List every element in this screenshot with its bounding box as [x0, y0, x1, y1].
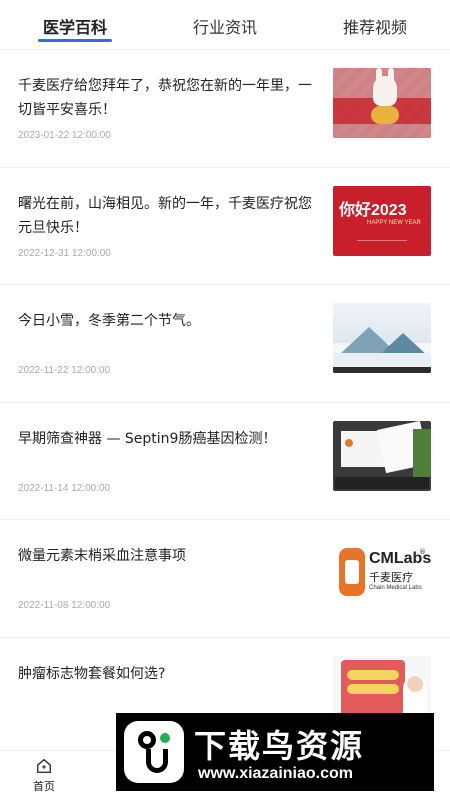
nav-home-label: 首页 [33, 780, 55, 793]
article-date: 2022-11-22 12:00:00 [18, 365, 111, 377]
article-thumbnail-cmlabs-logo: CMLabs ® 千麦医疗 Chain Medical Labs [333, 538, 431, 609]
article-title: 曙光在前，山海相见。新的一年，千麦医疗祝您元旦快乐！ [18, 195, 312, 236]
tab-medical-encyclopedia[interactable]: 医学百科 [0, 0, 150, 49]
article-title: 微量元素末梢采血注意事项 [18, 548, 186, 565]
tab-industry-news[interactable]: 行业资讯 [150, 0, 300, 49]
tab-recommended-videos[interactable]: 推荐视频 [300, 0, 450, 49]
article-item[interactable]: 微量元素末梢采血注意事项 2022-11-08 12:00:00 CMLabs … [0, 520, 450, 638]
article-list: 千麦医疗给您拜年了，恭祝您在新的一年里，一切皆平安喜乐！ 2023-01-22 … [0, 50, 450, 750]
registered-mark: ® [419, 548, 426, 557]
article-thumbnail-hello-2023: 你好2023 HAPPY NEW YEAR [333, 185, 431, 256]
thumbnail-subtext: HAPPY NEW YEAR [367, 219, 421, 226]
watermark-url: www.xiazainiao.com [198, 765, 354, 782]
article-item[interactable]: 曙光在前，山海相见。新的一年，千麦医疗祝您元旦快乐！ 2022-12-31 12… [0, 168, 450, 286]
nav-home-button[interactable]: 首页 [22, 757, 66, 797]
article-title: 今日小雪，冬季第二个节气。 [18, 313, 200, 330]
watermark-banner: 下载鸟资源 www.xiazainiao.com [116, 713, 434, 791]
article-title: 千麦医疗给您拜年了，恭祝您在新的一年里，一切皆平安喜乐！ [18, 78, 312, 118]
article-item[interactable]: 千麦医疗给您拜年了，恭祝您在新的一年里，一切皆平安喜乐！ 2023-01-22 … [0, 50, 450, 168]
tab-label: 行业资讯 [192, 18, 257, 37]
home-icon [36, 758, 52, 774]
watermark-title: 下载鸟资源 [194, 727, 365, 765]
brand-name-en: Chain Medical Labs [369, 585, 422, 592]
article-thumbnail-septin9-kit [333, 420, 431, 491]
tab-label: 推荐视频 [342, 18, 407, 37]
article-item[interactable]: 今日小雪，冬季第二个节气。 2022-11-22 12:00:00 [0, 285, 450, 403]
bird-logo-icon [124, 721, 184, 783]
article-date: 2022-11-08 12:00:00 [18, 600, 111, 612]
article-date: 2023-01-22 12:00:00 [18, 130, 111, 141]
article-date: 2022-12-31 12:00:00 [18, 247, 111, 259]
brand-name-cn: 千麦医疗 [369, 571, 413, 585]
tab-label: 医学百科 [42, 18, 107, 37]
top-tab-bar: 医学百科 行业资讯 推荐视频 [0, 0, 450, 50]
thumbnail-text: 你好2023 [339, 201, 407, 219]
article-item[interactable]: 早期筛查神器 — Septin9肠癌基因检测！ 2022-11-14 12:00… [0, 403, 450, 521]
active-tab-indicator [38, 39, 112, 42]
article-date: 2022-11-14 12:00:00 [18, 482, 111, 494]
article-title: 肿瘤标志物套餐如何选? [18, 665, 166, 682]
article-thumbnail-new-year-rabbit [333, 68, 431, 138]
article-title: 早期筛查神器 — Septin9肠癌基因检测！ [18, 430, 277, 447]
article-thumbnail-snow-landscape [333, 303, 431, 374]
